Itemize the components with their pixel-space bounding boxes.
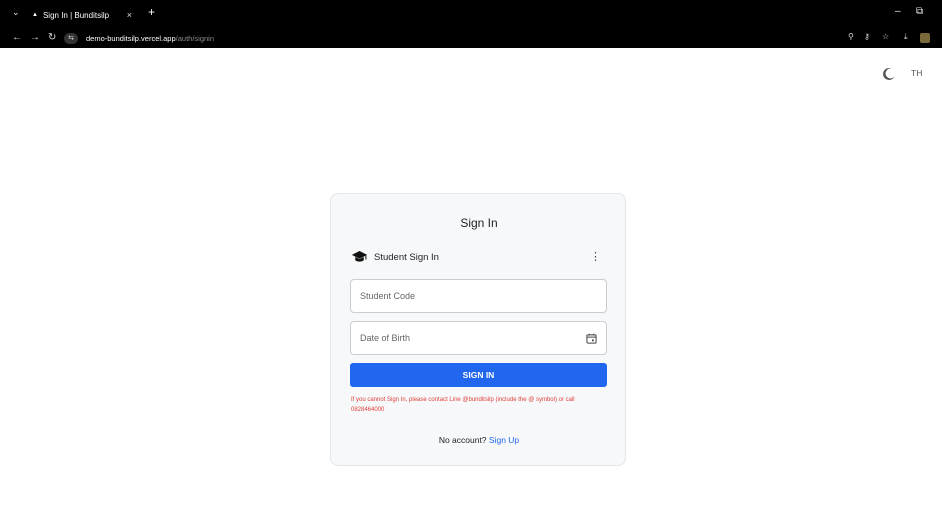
restore-icon[interactable]: ⧉ [916, 6, 923, 17]
date-of-birth-input[interactable] [351, 322, 606, 354]
bookmark-star-icon[interactable]: ☆ [882, 32, 889, 41]
signup-link[interactable]: Sign Up [489, 435, 519, 445]
forward-icon[interactable]: → [30, 32, 40, 43]
site-favicon-icon: ▲ [32, 12, 38, 18]
moon-icon[interactable] [882, 67, 896, 81]
browser-tab-bar: ⌄ ▲ Sign In | Bunditsilp × + – ⧉ [0, 0, 942, 28]
url-field[interactable]: ⇆ demo-bunditsilp.vercel.app/auth/signin [64, 31, 864, 46]
zoom-icon[interactable]: ⚲ [848, 32, 854, 41]
signin-help-message: If you cannot Sign In, please contact Li… [351, 397, 575, 413]
download-icon[interactable]: ⤓ [904, 32, 908, 42]
tab-close-icon[interactable]: × [127, 10, 132, 20]
tab-title: Sign In | Bunditsilp [42, 10, 110, 20]
signin-card: Sign In Student Sign In ⋮ SIGN IN If you… [330, 193, 626, 466]
reload-icon[interactable]: ↻ [48, 32, 56, 43]
language-switch[interactable]: TH [911, 68, 922, 78]
profile-avatar[interactable] [920, 33, 930, 43]
tab-search-icon[interactable]: ⌄ [12, 7, 20, 18]
password-key-icon[interactable]: ⚷ [864, 32, 870, 41]
more-options-icon[interactable]: ⋮ [590, 250, 601, 264]
student-code-field[interactable] [350, 279, 607, 313]
calendar-icon[interactable] [586, 333, 597, 344]
new-tab-button[interactable]: + [148, 5, 155, 19]
date-of-birth-field[interactable] [350, 321, 607, 355]
url-path: /auth/signin [175, 34, 215, 43]
signin-method-row: Student Sign In ⋮ [351, 249, 607, 265]
signup-prompt: No account? Sign Up [331, 435, 627, 445]
url-host: demo-bunditsilp.vercel.app [86, 34, 176, 43]
no-account-text: No account? [438, 435, 487, 445]
signin-button[interactable]: SIGN IN [350, 363, 607, 387]
signin-method-label: Student Sign In [374, 251, 439, 263]
signin-title: Sign In [460, 216, 498, 230]
address-bar: ← → ↻ ⇆ demo-bunditsilp.vercel.app/auth/… [0, 28, 942, 48]
site-settings-icon[interactable]: ⇆ [64, 33, 78, 44]
back-icon[interactable]: ← [12, 32, 22, 43]
browser-tab[interactable]: ▲ Sign In | Bunditsilp × [26, 4, 154, 26]
minimize-icon[interactable]: – [895, 6, 901, 17]
student-code-input[interactable] [351, 280, 606, 312]
graduation-cap-icon [351, 251, 368, 262]
